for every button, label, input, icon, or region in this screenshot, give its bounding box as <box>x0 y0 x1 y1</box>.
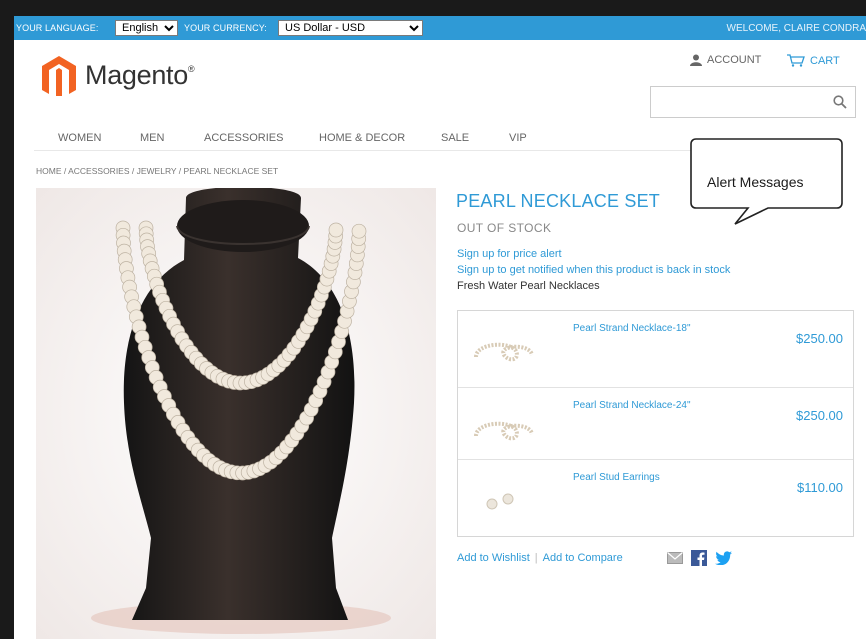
account-label: ACCOUNT <box>707 54 762 66</box>
nav-item-accessories[interactable]: ACCESSORIES <box>204 132 283 144</box>
language-label: YOUR LANGUAGE: <box>16 23 99 33</box>
grouped-item-name[interactable]: Pearl Strand Necklace-18" <box>573 323 691 334</box>
twitter-icon[interactable] <box>715 551 732 565</box>
logo-wordmark[interactable]: Magento® <box>85 60 195 91</box>
earrings-thumbnail[interactable] <box>470 486 536 516</box>
add-to-wishlist-link[interactable]: Add to Wishlist <box>457 552 530 564</box>
user-icon <box>690 54 702 66</box>
grouped-item-price: $250.00 <box>796 408 843 423</box>
nav-item-men[interactable]: MEN <box>140 132 164 144</box>
nav-item-women[interactable]: WOMEN <box>58 132 101 144</box>
stock-status: OUT OF STOCK <box>457 221 552 235</box>
product-image[interactable] <box>36 188 436 639</box>
cart-link[interactable]: CART <box>787 54 840 67</box>
grouped-item-price: $110.00 <box>796 480 843 495</box>
language-select[interactable]: English <box>115 20 178 36</box>
grouped-row: Pearl Strand Necklace-18" $250.00 <box>458 311 853 381</box>
window-frame-top <box>0 0 866 16</box>
search-icon[interactable] <box>833 95 847 109</box>
magento-logo-icon[interactable] <box>42 56 76 96</box>
grouped-item-name[interactable]: Pearl Stud Earrings <box>573 472 660 483</box>
add-to-compare-link[interactable]: Add to Compare <box>543 552 623 564</box>
price-alert-link[interactable]: Sign up for price alert <box>457 248 562 260</box>
cart-icon <box>787 54 805 67</box>
currency-select[interactable]: US Dollar - USD <box>278 20 423 36</box>
search-box[interactable] <box>650 86 856 118</box>
grouped-products-table: Pearl Strand Necklace-18" $250.00 Pearl … <box>457 310 854 537</box>
welcome-message: WELCOME, CLAIRE CONDRA <box>726 23 866 34</box>
top-bar: YOUR LANGUAGE: English YOUR CURRENCY: US… <box>14 16 866 40</box>
nav-item-vip[interactable]: VIP <box>509 132 527 144</box>
stock-alert-link[interactable]: Sign up to get notified when this produc… <box>457 264 730 276</box>
email-icon[interactable] <box>667 552 683 564</box>
necklace-thumbnail[interactable] <box>470 337 536 367</box>
cart-label: CART <box>810 54 840 67</box>
breadcrumb[interactable]: HOME / ACCESSORIES / JEWELRY / PEARL NEC… <box>36 166 278 176</box>
nav-item-home-decor[interactable]: HOME & DECOR <box>319 132 405 144</box>
grouped-item-name[interactable]: Pearl Strand Necklace-24" <box>573 400 691 411</box>
account-link[interactable]: ACCOUNT <box>690 54 761 66</box>
necklace-thumbnail[interactable] <box>470 414 536 444</box>
store-page: YOUR LANGUAGE: English YOUR CURRENCY: US… <box>14 16 866 639</box>
window-frame-left <box>0 0 14 639</box>
grouped-row: Pearl Stud Earrings $110.00 <box>458 459 853 529</box>
product-title: PEARL NECKLACE SET <box>456 191 660 211</box>
grouped-row: Pearl Strand Necklace-24" $250.00 <box>458 387 853 457</box>
action-separator: | <box>534 552 538 564</box>
facebook-icon[interactable] <box>691 550 707 566</box>
pearl-necklace-image <box>36 188 436 639</box>
product-actions: Add to Wishlist | Add to Compare <box>457 552 623 564</box>
nav-divider <box>34 150 734 151</box>
currency-label: YOUR CURRENCY: <box>184 23 267 33</box>
grouped-item-price: $250.00 <box>796 331 843 346</box>
social-share <box>667 550 732 566</box>
nav-item-sale[interactable]: SALE <box>441 132 469 144</box>
callout-text: Alert Messages <box>707 174 804 190</box>
short-description: Fresh Water Pearl Necklaces <box>457 280 600 292</box>
